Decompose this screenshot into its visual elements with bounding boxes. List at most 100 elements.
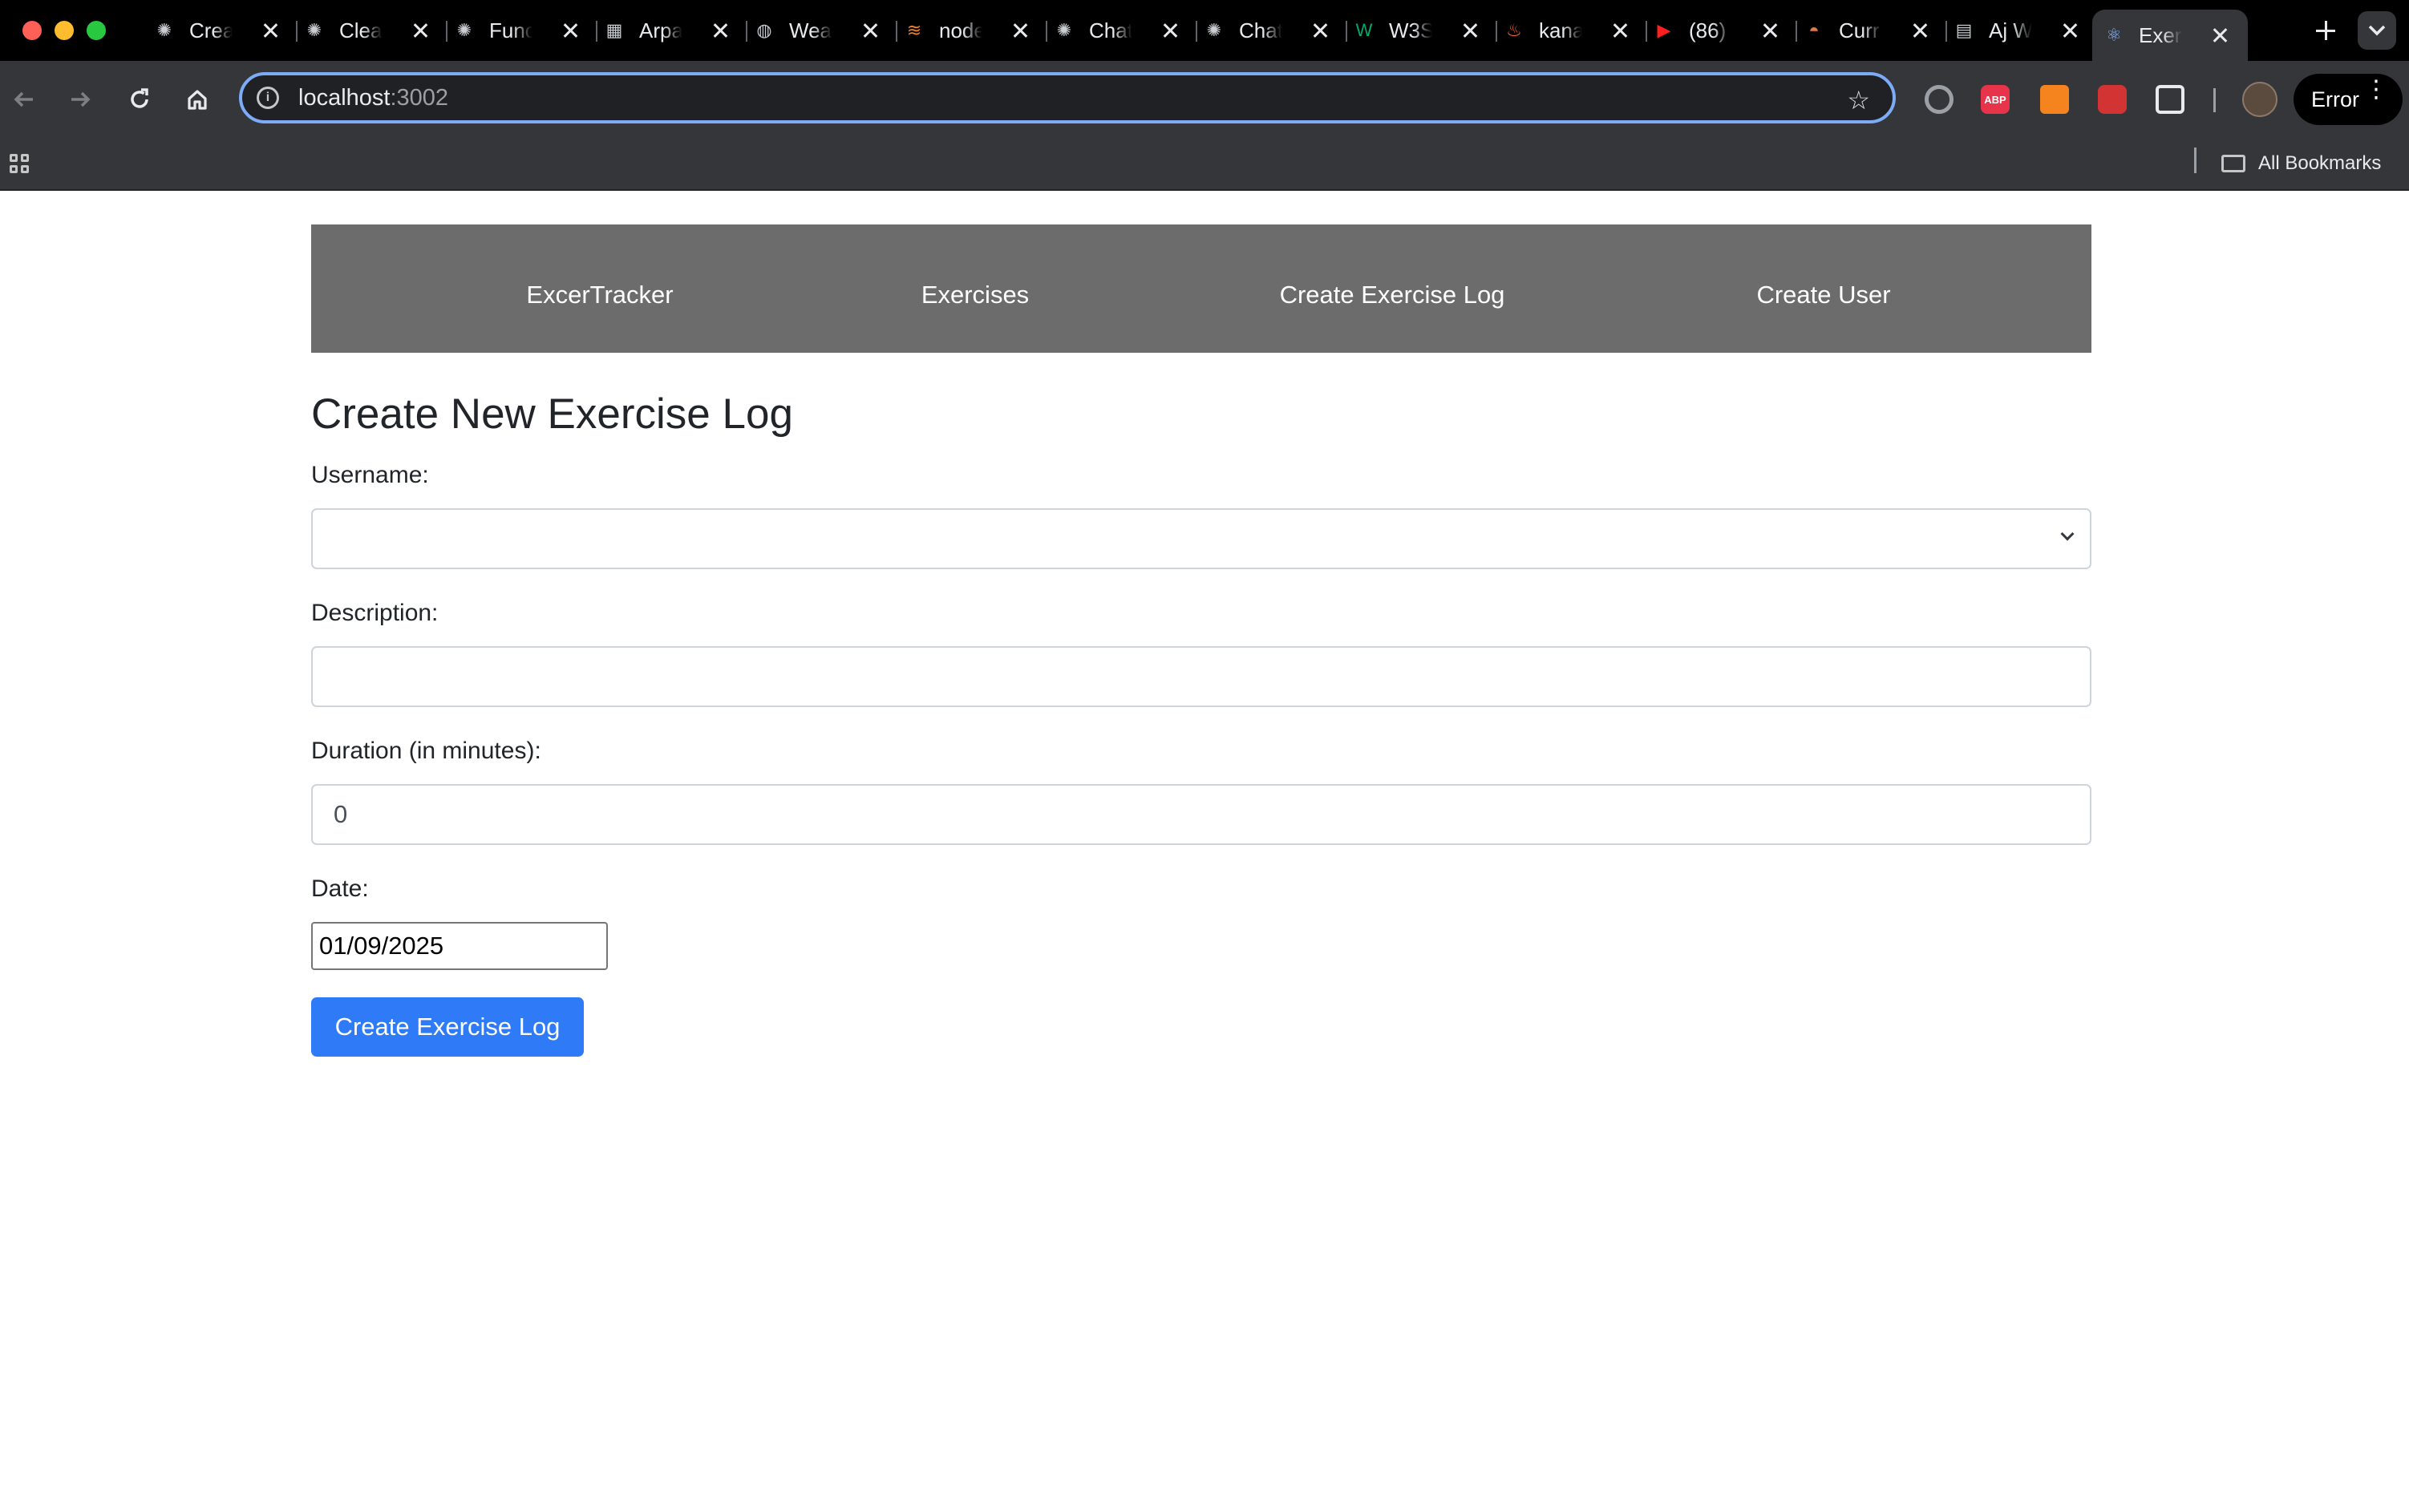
window-zoom-button[interactable] — [87, 21, 106, 40]
extension-red-icon[interactable] — [2098, 85, 2127, 114]
all-bookmarks-label: All Bookmarks — [2258, 152, 2382, 174]
browser-tab[interactable]: ⚛ Exer — [2092, 10, 2248, 61]
nav-create-user-link[interactable]: Create User — [1756, 281, 1890, 309]
tab-title: Func — [489, 18, 532, 42]
profile-error-label: Error — [2311, 87, 2359, 111]
description-input[interactable] — [311, 646, 2091, 707]
metamask-icon[interactable] — [2040, 85, 2069, 114]
duration-input[interactable]: 0 — [311, 784, 2091, 845]
tab-close-icon[interactable] — [2061, 22, 2079, 39]
arrow-right-icon — [71, 91, 91, 107]
address-url[interactable]: localhost:3002 — [298, 85, 448, 111]
window-close-button[interactable] — [22, 21, 42, 40]
grammarly-icon[interactable] — [1925, 85, 1954, 114]
reload-button[interactable] — [117, 77, 162, 122]
date-label: Date: — [311, 875, 369, 902]
nav-brand-link[interactable]: ExcerTracker — [526, 281, 673, 309]
tab-search-button[interactable] — [2358, 11, 2396, 50]
back-button[interactable] — [2, 77, 47, 122]
extensions-puzzle-icon[interactable] — [2156, 85, 2184, 114]
tab-close-icon[interactable] — [411, 22, 429, 39]
date-picker-input[interactable]: 01/09/2025 — [311, 922, 608, 970]
tab-separator — [1346, 21, 1347, 42]
browser-tab[interactable]: ◓ Curr — [1799, 10, 1948, 51]
tab-separator — [1796, 21, 1797, 42]
w3schools-icon: W — [1355, 20, 1373, 40]
duration-value: 0 — [334, 800, 348, 828]
home-icon — [188, 90, 207, 110]
browser-tab[interactable]: W W3S — [1349, 10, 1498, 51]
create-exercise-log-button[interactable]: Create Exercise Log — [311, 997, 584, 1057]
url-port: :3002 — [390, 84, 449, 111]
tab-close-icon[interactable] — [261, 22, 279, 39]
browser-tab[interactable]: ≋ node — [899, 10, 1048, 51]
arpan-icon: ▦ — [605, 20, 623, 40]
new-tab-button[interactable] — [2308, 13, 2343, 48]
stackoverflow-icon: ≋ — [906, 20, 922, 40]
more-vertical-icon[interactable]: ⋮ — [2364, 78, 2388, 102]
tab-close-icon[interactable] — [1761, 22, 1779, 39]
browser-tab[interactable]: ▦ Arpan — [599, 10, 748, 51]
browser-tab[interactable]: ✺ Func — [449, 10, 598, 51]
chevron-down-icon — [2368, 25, 2386, 36]
tab-close-icon[interactable] — [1911, 22, 1929, 39]
window-minimize-button[interactable] — [55, 21, 74, 40]
browser-tab[interactable]: ▤ Aj W — [1949, 10, 2098, 51]
url-host: localhost — [298, 84, 391, 111]
username-select[interactable] — [311, 508, 2091, 569]
address-bar[interactable]: i localhost:3002 ☆ — [239, 72, 1896, 123]
openai-icon: ✺ — [456, 20, 472, 40]
tab-title: Aj W — [1989, 18, 2032, 42]
description-label: Description: — [311, 600, 439, 626]
browser-tab[interactable]: ✺ Chat — [1049, 10, 1198, 51]
openai-icon: ✺ — [1056, 20, 1072, 40]
youtube-icon: ▶ — [1657, 20, 1671, 40]
tab-close-icon[interactable] — [2211, 26, 2229, 44]
adblock-plus-icon[interactable]: ABP — [1981, 85, 2010, 114]
tab-close-icon[interactable] — [861, 22, 879, 39]
browser-tab[interactable]: ✺ Create — [149, 10, 298, 51]
nav-exercises-link[interactable]: Exercises — [921, 281, 1029, 309]
fire-icon: ♨ — [1506, 20, 1522, 40]
tab-close-icon[interactable] — [561, 22, 579, 39]
browser-tab[interactable]: ◍ Weat — [749, 10, 898, 51]
arrow-left-icon — [14, 91, 33, 107]
tab-close-icon[interactable] — [1311, 22, 1329, 39]
bookmark-star-icon[interactable]: ☆ — [1847, 85, 1870, 115]
profile-error-button[interactable]: Error ⋮ — [2294, 74, 2403, 125]
tab-separator — [746, 21, 747, 42]
site-info-icon[interactable]: i — [257, 87, 279, 109]
all-bookmarks-button[interactable]: All Bookmarks — [2221, 149, 2381, 178]
page-content: ExcerTracker Exercises Create Exercise L… — [0, 191, 2409, 1512]
tab-title: (86) — [1689, 18, 1727, 42]
tab-separator — [1196, 21, 1197, 42]
browser-tab[interactable]: ▶ (86) — [1649, 10, 1798, 51]
username-label: Username: — [311, 462, 429, 488]
home-button[interactable] — [175, 77, 220, 122]
browser-tab[interactable]: ✺ Chat — [1199, 10, 1348, 51]
forward-button[interactable] — [58, 77, 103, 122]
reload-icon — [131, 88, 148, 108]
tab-close-icon[interactable] — [1611, 22, 1629, 39]
openai-icon: ✺ — [156, 20, 172, 40]
tab-title: Weat — [789, 18, 832, 42]
tab-separator — [596, 21, 597, 42]
apps-grid-icon[interactable] — [10, 154, 32, 176]
nav-create-log-link[interactable]: Create Exercise Log — [1280, 281, 1505, 309]
tab-close-icon[interactable] — [711, 22, 729, 39]
tab-close-icon[interactable] — [1161, 22, 1179, 39]
tab-title: kana — [1539, 18, 1582, 42]
date-value: 01/09/2025 — [319, 932, 444, 960]
browser-tab[interactable]: ✺ Clean — [299, 10, 448, 51]
tab-close-icon[interactable] — [1461, 22, 1479, 39]
tab-separator — [1646, 21, 1647, 42]
document-icon: ▤ — [1955, 20, 1973, 40]
tab-close-icon[interactable] — [1011, 22, 1029, 39]
profile-avatar[interactable] — [2242, 82, 2277, 117]
tab-title: Exer — [2139, 22, 2182, 47]
tab-title: Clean — [339, 18, 383, 42]
tab-title: W3S — [1389, 18, 1432, 42]
abp-label: ABP — [1984, 93, 2006, 106]
browser-tab[interactable]: ♨ kana — [1499, 10, 1648, 51]
globe-icon: ◍ — [756, 20, 772, 40]
